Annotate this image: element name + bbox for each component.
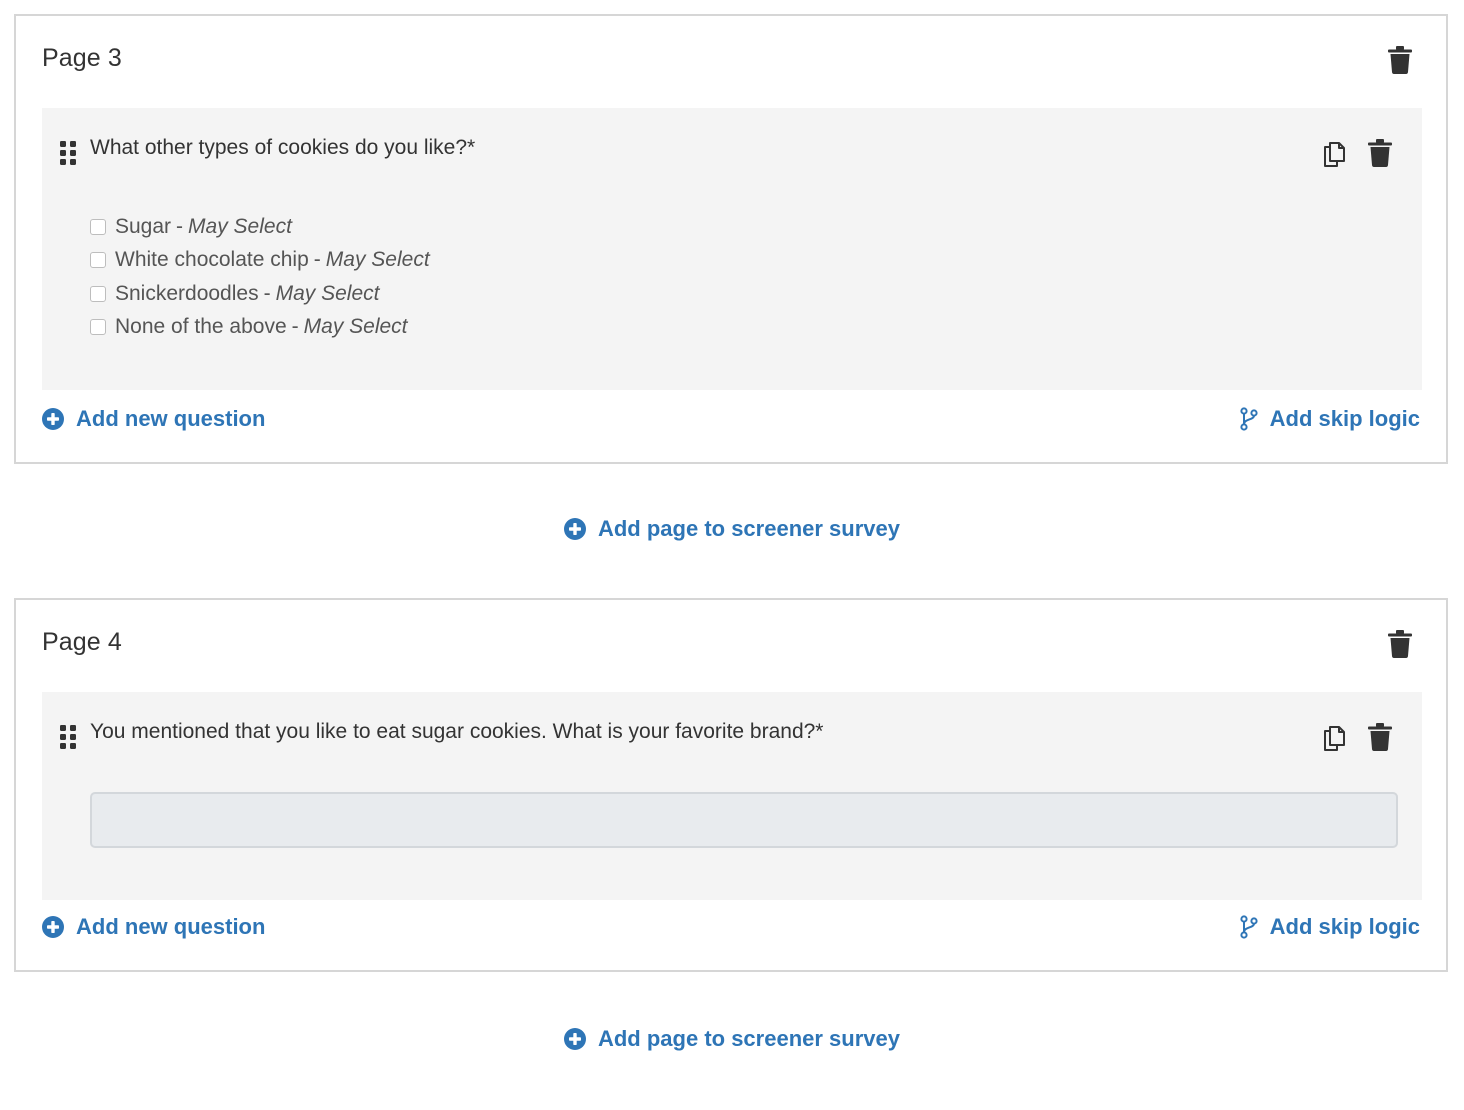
add-new-question-button[interactable]: Add new question <box>42 914 265 940</box>
plus-circle-icon <box>563 518 586 540</box>
trash-icon <box>1388 46 1412 74</box>
page-card-3: Page 3 What other types of cookies do yo… <box>14 14 1448 464</box>
delete-question-button[interactable] <box>1368 723 1392 751</box>
delete-question-button[interactable] <box>1368 139 1392 167</box>
option-checkbox[interactable] <box>90 252 106 269</box>
drag-handle-icon[interactable] <box>60 725 76 749</box>
copy-question-button[interactable] <box>1322 723 1346 751</box>
trash-icon <box>1388 630 1412 658</box>
question-text: You mentioned that you like to eat sugar… <box>90 720 824 743</box>
option-checkbox[interactable] <box>90 218 106 235</box>
add-new-question-button[interactable]: Add new question <box>42 406 265 432</box>
option-label: Snickerdoodles <box>115 281 259 305</box>
option-label: None of the above <box>115 315 287 339</box>
copy-icon <box>1324 142 1345 167</box>
question-block: What other types of cookies do you like?… <box>42 108 1422 390</box>
question-text: What other types of cookies do you like?… <box>90 136 476 159</box>
add-page-row: Add page to screener survey <box>0 1026 1464 1052</box>
page-card-4: Page 4 You mentioned that you like to ea… <box>14 598 1448 972</box>
copy-icon <box>1324 726 1345 751</box>
add-page-button[interactable]: Add page to screener survey <box>563 1026 900 1052</box>
option-qualifier: May Select <box>303 315 408 339</box>
option-list: Sugar - May Select White chocolate chip … <box>90 210 430 344</box>
option-label: White chocolate chip <box>115 248 309 272</box>
trash-icon <box>1368 723 1392 751</box>
plus-circle-icon <box>42 916 64 938</box>
delete-page-button[interactable] <box>1388 630 1412 658</box>
option-qualifier: May Select <box>275 281 380 305</box>
add-page-row: Add page to screener survey <box>0 516 1464 542</box>
page-title: Page 4 <box>42 628 122 656</box>
add-skip-logic-button[interactable]: Add skip logic <box>1240 406 1420 432</box>
option-label: Sugar <box>115 214 172 238</box>
add-page-label: Add page to screener survey <box>597 1026 900 1051</box>
drag-handle-icon[interactable] <box>60 141 76 165</box>
add-page-label: Add page to screener survey <box>597 516 900 541</box>
option-item: Snickerdoodles - May Select <box>90 277 430 311</box>
add-new-question-label: Add new question <box>76 406 266 431</box>
option-item: White chocolate chip - May Select <box>90 244 430 278</box>
favorite-brand-input[interactable] <box>90 792 1398 848</box>
plus-circle-icon <box>42 408 64 430</box>
page-title: Page 3 <box>42 44 122 72</box>
question-block: You mentioned that you like to eat sugar… <box>42 692 1422 900</box>
option-qualifier: May Select <box>188 214 292 238</box>
add-skip-logic-button[interactable]: Add skip logic <box>1240 914 1420 940</box>
branch-icon <box>1240 407 1258 431</box>
question-actions <box>1322 139 1392 167</box>
trash-icon <box>1368 139 1392 167</box>
copy-question-button[interactable] <box>1322 139 1346 167</box>
question-actions <box>1322 723 1392 751</box>
option-item: None of the above - May Select <box>90 311 430 345</box>
option-qualifier: May Select <box>325 248 430 272</box>
add-skip-logic-label: Add skip logic <box>1269 914 1420 939</box>
option-item: Sugar - May Select <box>90 210 430 244</box>
delete-page-button[interactable] <box>1388 46 1412 74</box>
add-skip-logic-label: Add skip logic <box>1269 406 1420 431</box>
option-checkbox[interactable] <box>90 285 106 302</box>
plus-circle-icon <box>563 1028 586 1050</box>
branch-icon <box>1240 915 1258 939</box>
option-checkbox[interactable] <box>90 319 106 336</box>
add-page-button[interactable]: Add page to screener survey <box>563 516 900 542</box>
add-new-question-label: Add new question <box>76 914 266 939</box>
